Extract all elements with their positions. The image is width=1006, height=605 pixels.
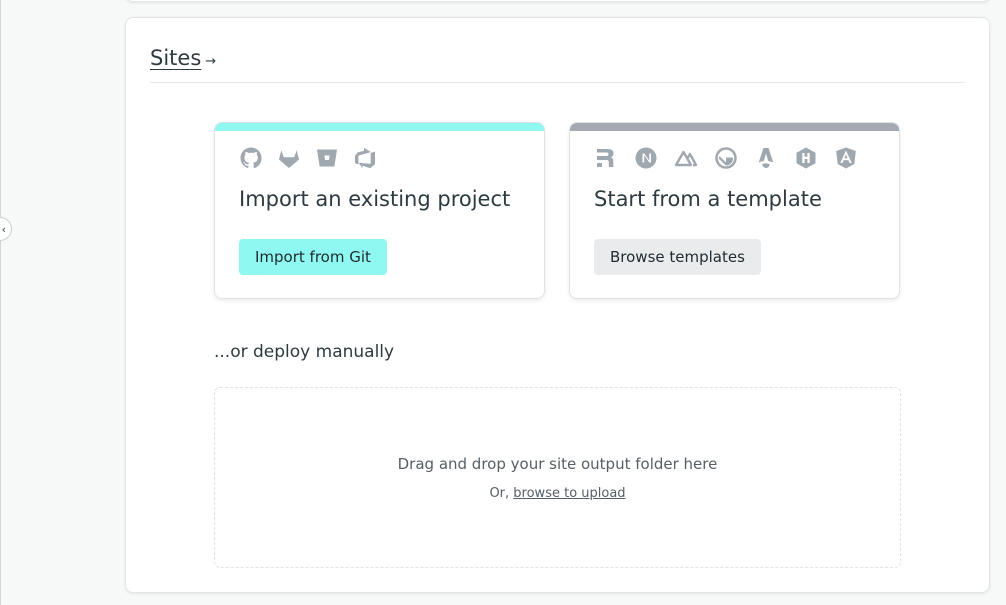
bitbucket-icon xyxy=(315,146,339,170)
framework-icons xyxy=(594,146,858,170)
card-accent-bar xyxy=(570,123,899,131)
gatsby-icon xyxy=(714,146,738,170)
nextjs-icon xyxy=(634,146,658,170)
arrow-right-icon: → xyxy=(205,54,217,69)
azure-devops-icon xyxy=(353,146,377,170)
sidebar-edge xyxy=(0,0,1,605)
nuxt-icon xyxy=(674,146,698,170)
divider xyxy=(150,82,965,83)
or-text: Or, xyxy=(489,486,510,501)
chevron-left-icon: ‹ xyxy=(1,222,6,236)
previous-card xyxy=(125,0,991,2)
panel-header: Sites → xyxy=(150,46,216,70)
template-card-title: Start from a template xyxy=(594,187,822,211)
gitlab-icon xyxy=(277,146,301,170)
drop-zone[interactable]: Drag and drop your site output folder he… xyxy=(214,387,901,568)
git-provider-icons xyxy=(239,146,377,170)
remix-icon xyxy=(594,146,618,170)
browse-to-upload-link[interactable]: browse to upload xyxy=(513,486,625,501)
browse-templates-button[interactable]: Browse templates xyxy=(594,239,761,275)
template-card: Start from a template Browse templates xyxy=(569,122,900,299)
sites-title-link[interactable]: Sites xyxy=(150,46,201,70)
sites-panel: Sites → Import an existing project Impor… xyxy=(125,17,990,593)
import-project-card: Import an existing project Import from G… xyxy=(214,122,545,299)
github-icon xyxy=(239,146,263,170)
card-accent-bar xyxy=(215,123,544,131)
drop-zone-subtext: Or, browse to upload xyxy=(215,486,900,501)
hugo-icon xyxy=(794,146,818,170)
import-from-git-button[interactable]: Import from Git xyxy=(239,239,387,275)
import-card-title: Import an existing project xyxy=(239,187,511,211)
angular-icon xyxy=(834,146,858,170)
astro-icon xyxy=(754,146,778,170)
deploy-manually-label: ...or deploy manually xyxy=(214,342,395,362)
sidebar-collapse-button[interactable]: ‹ xyxy=(0,217,12,241)
drop-zone-text: Drag and drop your site output folder he… xyxy=(397,455,718,473)
